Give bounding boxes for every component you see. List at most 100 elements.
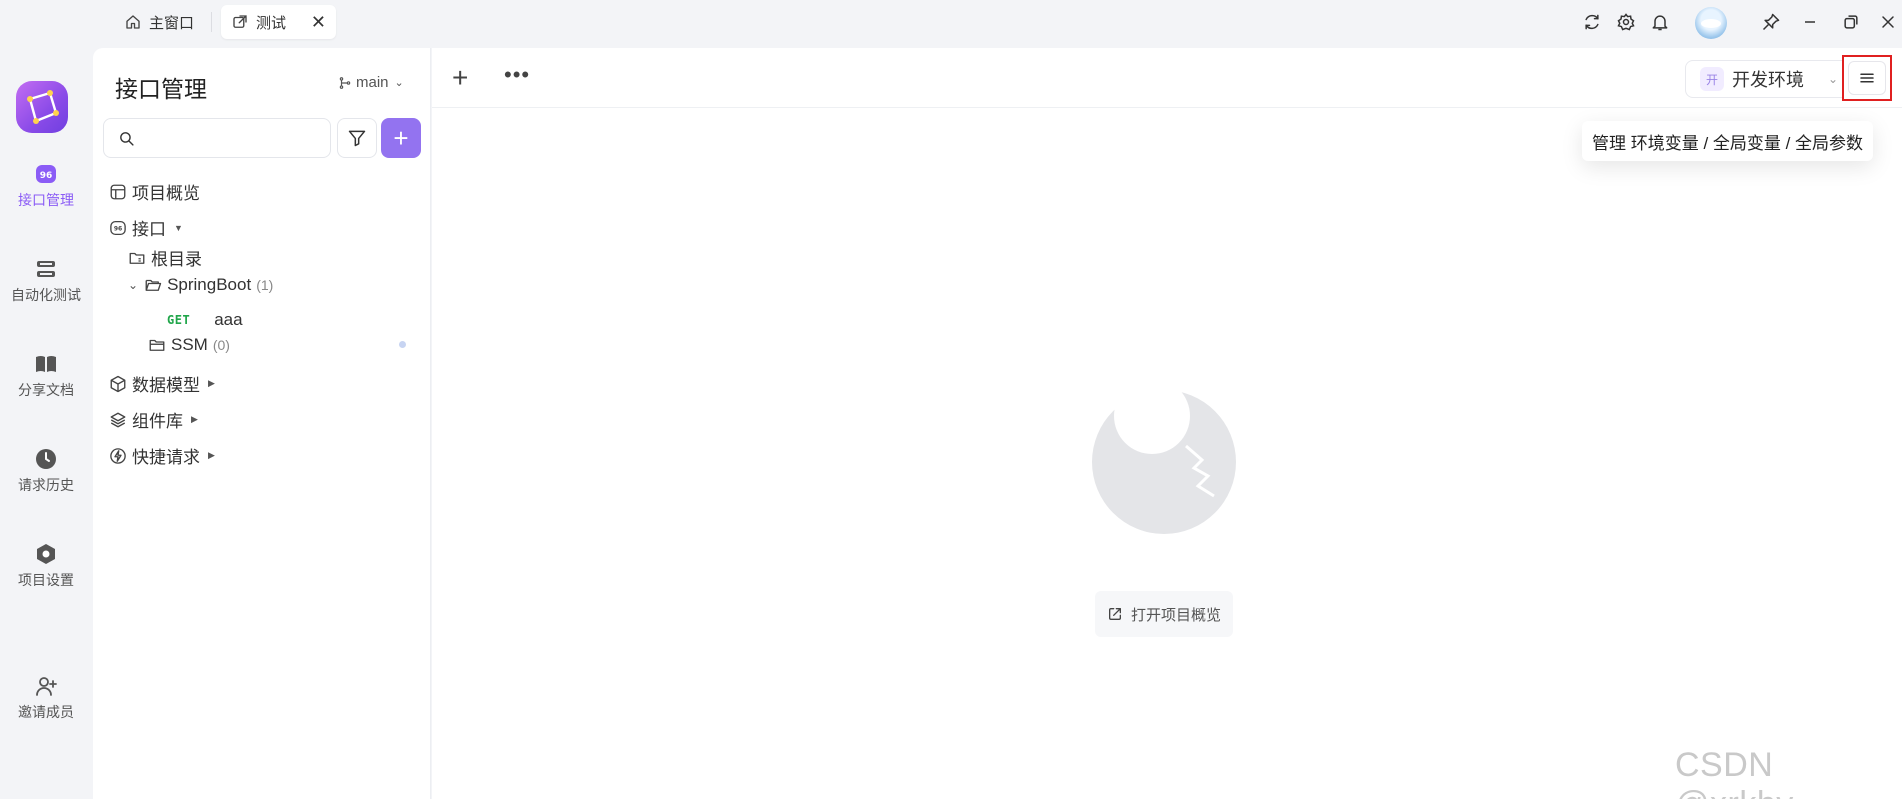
method-badge: GET — [167, 313, 191, 327]
main-panel: + ••• 开 开发环境 ⌄ 管理 环境变量 / 全局变量 / 全局参数 打开项… — [432, 48, 1902, 799]
tree-label: 数据模型 — [132, 376, 200, 395]
tree-item-springboot[interactable]: ⌄ SpringBoot (1) — [128, 275, 273, 295]
open-link-icon — [1109, 608, 1121, 620]
automation-icon — [37, 261, 55, 277]
nav-item-project-settings[interactable]: 项目设置 — [0, 542, 92, 590]
svg-text:96: 96 — [40, 171, 53, 181]
minimize-icon[interactable] — [1798, 10, 1822, 34]
empty-state-illustration — [1092, 390, 1236, 534]
open-overview-label: 打开项目概览 — [1131, 606, 1222, 624]
cube-icon — [110, 375, 126, 392]
tree-item-root-directory[interactable]: 根目录 — [128, 245, 202, 270]
branch-selector[interactable]: main ⌄ — [338, 74, 404, 91]
nav-label: 分享文档 — [18, 382, 74, 398]
nav-label: 项目设置 — [18, 572, 74, 588]
hamburger-menu-icon — [1860, 73, 1874, 83]
nav-item-automation-test[interactable]: 自动化测试 — [0, 257, 92, 305]
tab-label: 测试 — [256, 14, 287, 32]
refresh-icon[interactable] — [1580, 10, 1604, 34]
tab-label: 主窗口 — [149, 14, 195, 32]
chevron-down-icon[interactable]: ⌄ — [128, 278, 138, 292]
nav-label: 自动化测试 — [11, 287, 81, 303]
env-badge: 开 — [1700, 67, 1724, 91]
filter-button[interactable] — [337, 118, 377, 158]
environment-selector[interactable]: 开 开发环境 ⌄ — [1685, 60, 1855, 98]
lightning-icon — [110, 447, 126, 464]
tab-divider — [211, 12, 212, 32]
tooltip: 管理 环境变量 / 全局变量 / 全局参数 — [1582, 121, 1874, 161]
invite-user-icon — [36, 677, 57, 696]
tree-label: 根目录 — [151, 250, 202, 269]
sidebar-title: 接口管理 — [115, 76, 207, 102]
bell-icon[interactable] — [1648, 10, 1672, 34]
nav-label: 接口管理 — [18, 192, 74, 208]
tab-test[interactable]: 测试 ✕ — [221, 5, 336, 39]
tree-item-project-overview[interactable]: 项目概览 — [109, 179, 200, 204]
tree-item-data-model[interactable]: 数据模型 ▶ — [109, 371, 215, 396]
external-link-icon — [233, 15, 247, 28]
tree-item-interfaces[interactable]: 96 接口 ▼ — [109, 215, 183, 240]
item-count: (0) — [212, 337, 230, 353]
nav-item-api-management[interactable]: 96 接口管理 — [0, 162, 92, 210]
settings-hex-icon — [37, 544, 55, 564]
layout-icon — [110, 184, 126, 199]
caret-right-icon[interactable]: ▶ — [208, 378, 215, 389]
caret-down-icon[interactable]: ▼ — [174, 223, 183, 233]
gear-icon[interactable] — [1614, 10, 1638, 34]
new-tab-button[interactable]: + — [452, 64, 468, 92]
tree-label: 快捷请求 — [132, 448, 200, 467]
tree-item-components[interactable]: 组件库 ▶ — [109, 407, 198, 432]
nav-item-request-history[interactable]: 请求历史 — [0, 447, 92, 495]
watermark: CSDN @xrkhy — [1675, 746, 1793, 799]
menu-button-inner[interactable] — [1848, 61, 1886, 95]
environment-manage-button[interactable] — [1842, 55, 1892, 101]
nav-label: 邀请成员 — [18, 704, 74, 720]
tree-label: aaa — [214, 310, 243, 329]
main-toolbar: + ••• 开 开发环境 ⌄ — [432, 48, 1902, 108]
pin-icon[interactable] — [1759, 10, 1783, 34]
api-icon: 96 — [36, 165, 56, 183]
nav-item-invite-members[interactable]: 邀请成员 — [0, 674, 92, 722]
restore-icon[interactable] — [1839, 10, 1863, 34]
chevron-down-icon: ⌄ — [1827, 72, 1838, 86]
tab-main-window[interactable]: 主窗口 — [114, 5, 204, 39]
api-sidebar: 接口管理 main ⌄ + 项目概览 96 接口 ▼ 根目录 ⌄ SpringB… — [93, 48, 431, 799]
home-icon — [126, 15, 140, 29]
nav-label: 请求历史 — [18, 477, 74, 493]
filter-icon — [348, 130, 366, 147]
tab-close-icon[interactable]: ✕ — [311, 12, 326, 33]
chevron-down-icon: ⌄ — [394, 77, 404, 89]
clock-icon — [36, 449, 56, 469]
open-project-overview-button[interactable]: 打开项目概览 — [1095, 591, 1234, 637]
add-button[interactable]: + — [381, 118, 421, 158]
nav-item-share-docs[interactable]: 分享文档 — [0, 352, 92, 400]
tree-label: 项目概览 — [132, 184, 200, 203]
layers-icon — [110, 412, 126, 427]
search-box[interactable] — [103, 118, 331, 158]
folder-open-icon — [145, 279, 162, 291]
left-nav: 96 接口管理 自动化测试 分享文档 请求历史 项目设置 邀请成员 — [0, 48, 92, 799]
app-logo — [16, 81, 68, 133]
tree-label: 组件库 — [132, 412, 183, 431]
tree-label: 接口 — [132, 220, 166, 239]
book-icon — [36, 356, 56, 372]
more-options-button[interactable]: ••• — [504, 62, 530, 88]
env-name: 开发环境 — [1732, 70, 1804, 90]
svg-text:96: 96 — [114, 225, 122, 232]
caret-right-icon[interactable]: ▶ — [191, 414, 198, 425]
git-branch-icon — [339, 76, 351, 89]
close-icon[interactable] — [1876, 10, 1900, 34]
caret-right-icon[interactable]: ▶ — [208, 450, 215, 461]
avatar[interactable] — [1695, 7, 1727, 39]
tree-label: SSM — [171, 335, 208, 354]
tree-item-ssm[interactable]: SSM (0) — [148, 335, 230, 355]
folder-root-icon — [129, 252, 145, 264]
folder-icon — [149, 339, 165, 351]
item-count: (1) — [256, 277, 274, 293]
api-icon: 96 — [110, 220, 126, 235]
unsaved-dot — [399, 341, 406, 348]
tree-item-api-aaa[interactable]: GET aaa — [167, 310, 243, 330]
search-input[interactable] — [142, 125, 322, 151]
tree-item-quick-request[interactable]: 快捷请求 ▶ — [109, 443, 215, 468]
branch-name: main — [356, 74, 389, 91]
